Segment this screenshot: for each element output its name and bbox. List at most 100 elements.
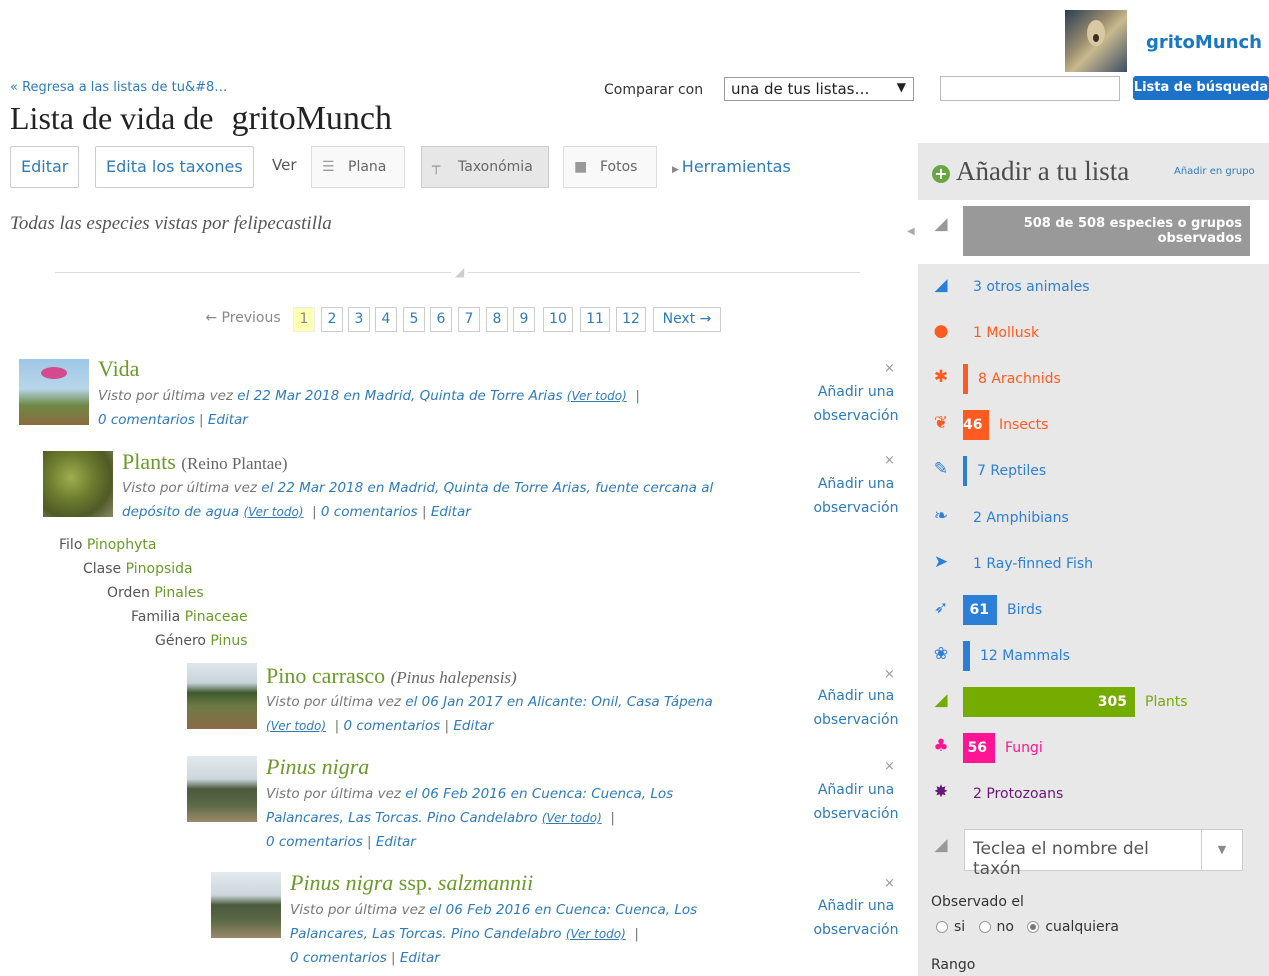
remove-icon[interactable]: × [884,876,895,891]
taxon-link[interactable]: Pinophyta [87,537,157,553]
pagination-next[interactable]: Next → [653,307,721,332]
entry-title-vida[interactable]: Vida [98,356,139,382]
taxon-link[interactable]: Pinopsida [126,561,193,577]
radio-yes[interactable] [936,921,948,933]
page-3[interactable]: 3 [348,307,370,332]
edit-link[interactable]: Editar [208,412,248,428]
add-to-group-link[interactable]: Añadir en grupo [1174,166,1255,177]
list-search-input[interactable] [940,76,1120,101]
group-label[interactable]: 3 otros animales [973,279,1090,295]
group-label[interactable]: 7 Reptiles [977,463,1046,479]
page-8[interactable]: 8 [486,307,508,332]
entry-title-pino-carrasco[interactable]: Pino carrasco (Pinus halepensis) [266,663,517,689]
comments-link[interactable]: 0 comentarios [343,718,440,734]
entry-title-plants[interactable]: Plants (Reino Plantae) [122,449,288,475]
edit-link[interactable]: Editar [400,950,440,966]
taxon-name-input[interactable]: Teclea el nombre del taxón [964,829,1202,879]
remove-icon[interactable]: × [884,361,895,376]
entry-title-pinus-nigra[interactable]: Pinus nigra [266,754,369,780]
taxon-link[interactable]: Pinales [154,585,203,601]
add-observation-link[interactable]: Añadir una observación [806,472,906,520]
meta-prefix: Visto por última vez [122,480,257,496]
page-title-prefix: Lista de vida de [10,100,214,136]
taxon-link[interactable]: Pinaceae [185,609,248,625]
add-observation-link[interactable]: Añadir una observación [806,894,906,942]
page-4[interactable]: 4 [375,307,397,332]
tools-menu[interactable]: ▶ Herramientas [672,157,791,176]
edit-link[interactable]: Editar [453,718,493,734]
page-9[interactable]: 9 [513,307,535,332]
group-bar[interactable] [963,456,967,486]
page-10[interactable]: 10 [543,307,573,332]
entry-photo[interactable] [187,663,257,729]
caret-right-icon: ▶ [672,165,682,175]
back-link[interactable]: « Regresa a las listas de tu&#8… [10,80,227,95]
page-5[interactable]: 5 [403,307,425,332]
entry-photo[interactable] [43,451,113,517]
edit-button[interactable]: Editar [10,146,80,188]
remove-icon[interactable]: × [884,667,895,682]
remove-icon[interactable]: × [884,759,895,774]
page-2[interactable]: 2 [321,307,343,332]
meta-date-link[interactable]: el 22 Mar 2018 en Madrid, Quinta de Torr… [237,388,562,404]
caret-left-icon: ◀ [907,226,915,237]
group-bar[interactable] [963,364,968,394]
view-photos-button[interactable]: ■ Fotos [563,146,657,188]
page-11[interactable]: 11 [580,307,610,332]
add-observation-link[interactable]: Añadir una observación [806,380,906,428]
remove-icon[interactable]: × [884,453,895,468]
comments-link[interactable]: 0 comentarios [321,504,418,520]
meta-prefix: Visto por última vez [98,388,233,404]
all-species-bar[interactable]: 508 de 508 especies o grupos observados [963,206,1250,256]
taxon-link[interactable]: Pinus [210,633,247,649]
group-label[interactable]: Plants [1145,694,1188,710]
group-bar[interactable] [963,641,970,671]
group-label[interactable]: Insects [999,417,1048,433]
group-label[interactable]: Birds [1007,602,1042,618]
group-label[interactable]: 12 Mammals [980,648,1070,664]
view-all-link[interactable]: (Ver todo) [243,505,303,519]
edit-link[interactable]: Editar [431,504,471,520]
leaf-divider-icon: ◢ [451,265,469,279]
compare-select[interactable]: una de tus listas… ▼ [724,77,914,101]
group-label[interactable]: 8 Arachnids [978,371,1061,387]
view-flat-button[interactable]: ☰ Plana [311,146,405,188]
group-label[interactable]: 2 Amphibians [973,510,1069,526]
view-all-link[interactable]: (Ver todo) [266,719,326,733]
page-7[interactable]: 7 [458,307,480,332]
photo-icon: ■ [574,159,588,175]
group-label[interactable]: 1 Ray-finned Fish [973,556,1093,572]
entry-title-pinus-nigra-salzmannii[interactable]: Pinus nigra ssp. salzmannii [290,870,533,896]
group-label[interactable]: 1 Mollusk [973,325,1039,341]
view-taxonomy-button[interactable]: ┬ Taxonómia [421,146,549,188]
list-search-button[interactable]: Lista de búsqueda [1133,76,1269,100]
comments-link[interactable]: 0 comentarios [266,834,363,850]
edit-link[interactable]: Editar [376,834,416,850]
entry-photo[interactable] [19,359,89,425]
taxon-dropdown-button[interactable]: ▼ [1201,829,1243,871]
view-all-link[interactable]: (Ver todo) [567,389,627,403]
view-all-link[interactable]: (Ver todo) [566,927,626,941]
sidebar-title: + Añadir a tu lista [932,156,1129,187]
radio-any[interactable] [1027,921,1040,933]
mushroom-icon: ♣ [933,736,949,756]
edit-taxa-button[interactable]: Edita los taxones [95,146,254,188]
entry-photo[interactable] [187,756,257,822]
comments-link[interactable]: 0 comentarios [290,950,387,966]
group-label[interactable]: 2 Protozoans [973,786,1063,802]
entry-photo[interactable] [211,872,281,938]
entry-name: Pinus nigra [290,870,394,895]
bird-flying-icon: ➶ [933,598,949,618]
radio-no[interactable] [978,921,991,933]
view-all-link[interactable]: (Ver todo) [542,811,602,825]
user-avatar[interactable] [1065,10,1127,72]
page-12[interactable]: 12 [616,307,646,332]
page-6[interactable]: 6 [430,307,452,332]
add-observation-link[interactable]: Añadir una observación [806,778,906,826]
username-link[interactable]: gritoMunch [1146,32,1262,53]
group-label[interactable]: Fungi [1005,740,1043,756]
comments-link[interactable]: 0 comentarios [98,412,195,428]
meta-date-link[interactable]: el 06 Jan 2017 en Alicante: Onil, Casa T… [405,694,713,710]
add-observation-link[interactable]: Añadir una observación [806,684,906,732]
entry-meta: Visto por última vez el 06 Jan 2017 en A… [266,694,713,734]
